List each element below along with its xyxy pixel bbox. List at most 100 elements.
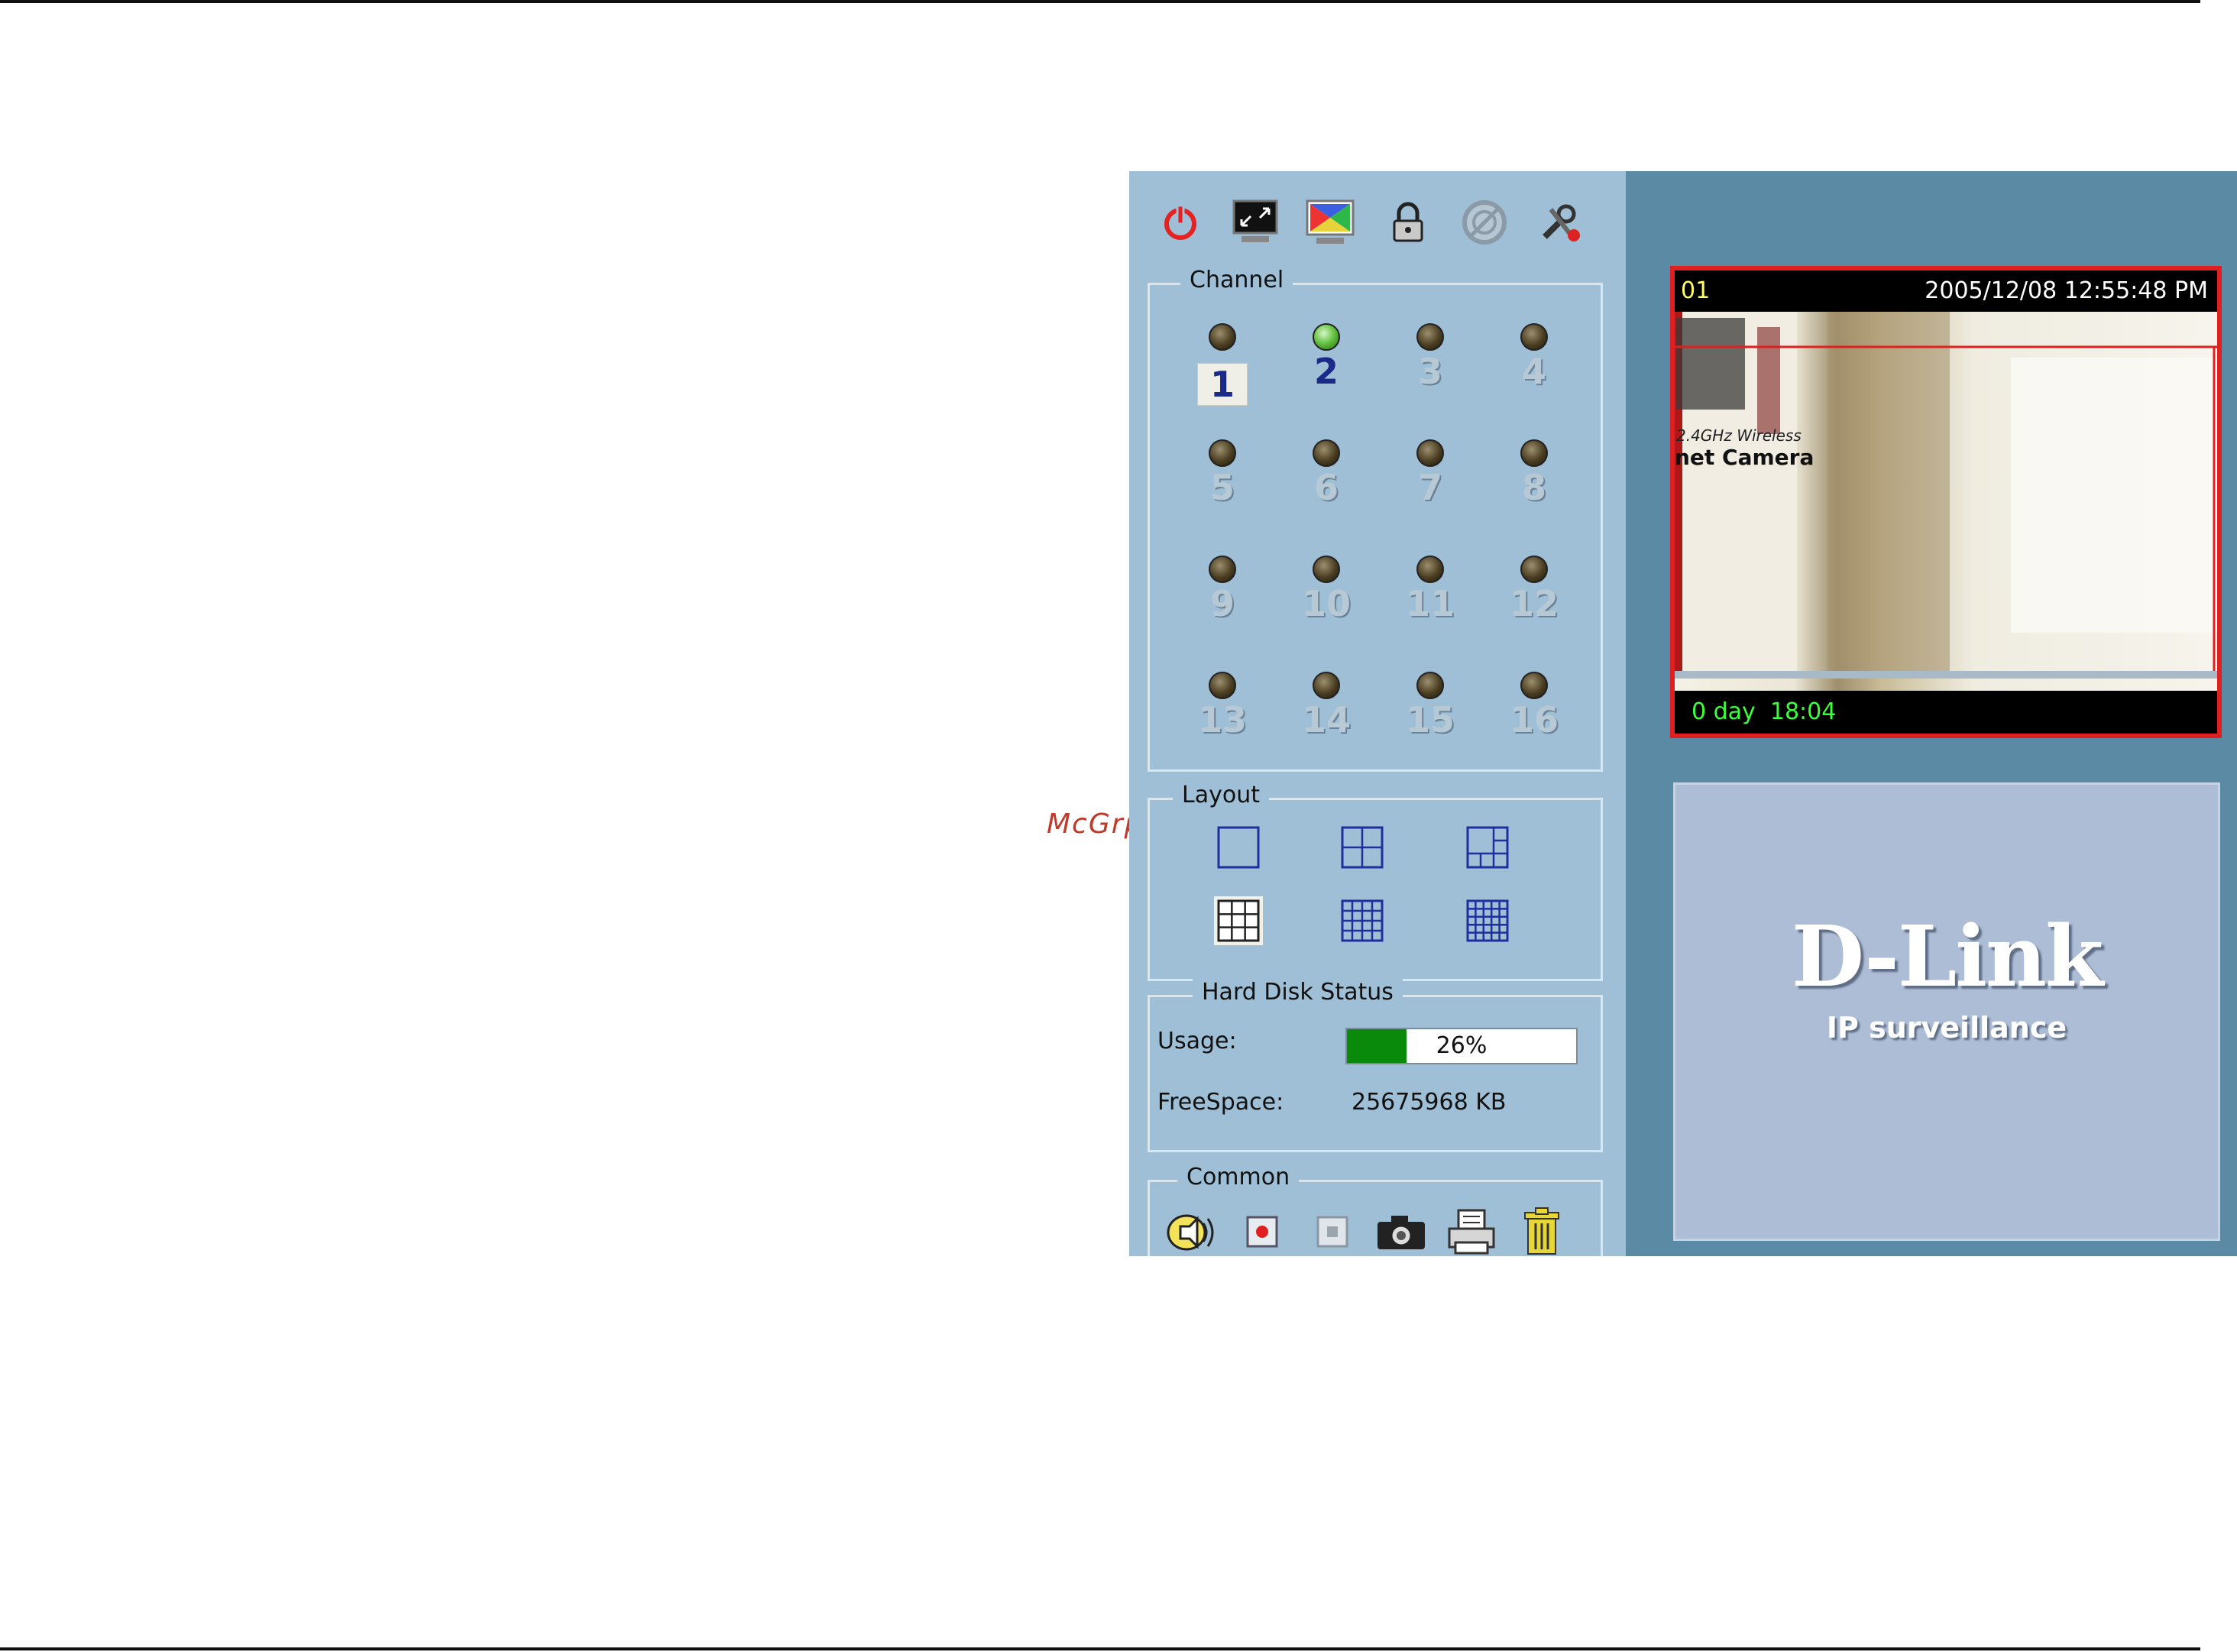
channel-14-button[interactable]: 14 [1292, 672, 1361, 779]
channel-16-button[interactable]: 16 [1500, 672, 1568, 779]
no-record-icon [1462, 200, 1507, 245]
record-icon [1246, 1216, 1278, 1248]
channel-number: 4 [1521, 351, 1546, 392]
channel-status-led [1520, 439, 1548, 467]
dlink-logo-tile[interactable]: D-Link IP surveillance [1673, 782, 2220, 1241]
channel-status-led [1416, 439, 1444, 467]
channel-2-button[interactable]: 2 [1292, 323, 1361, 430]
channel-status-led [1416, 323, 1444, 351]
delete-button[interactable] [1515, 1205, 1568, 1256]
layout-option-4[interactable] [1214, 896, 1263, 945]
camera-header: 01 2005/12/08 12:55:48 PM [1675, 270, 2217, 312]
channel-1-button[interactable]: 1 [1188, 323, 1257, 430]
channel-status-led [1520, 672, 1548, 699]
layout-option-5[interactable] [1338, 896, 1387, 945]
layout-group: Layout [1148, 782, 1603, 981]
poster-text-line1: 2.4GHz Wireless [1676, 426, 1802, 445]
fullscreen-button[interactable] [1227, 194, 1284, 251]
layout-2x2-icon [1341, 826, 1384, 869]
usage-label: Usage: [1157, 1028, 1237, 1054]
channel-number: 8 [1521, 467, 1546, 508]
poster-text-line2: net Camera [1675, 445, 1815, 470]
channel-status-led [1313, 439, 1340, 467]
bottom-rule [0, 1647, 2200, 1650]
speaker-icon [1167, 1214, 1214, 1251]
print-button[interactable] [1445, 1205, 1498, 1256]
usage-percent-text: 26% [1436, 1032, 1488, 1059]
channel-number: 16 [1509, 699, 1559, 740]
channel-4-button[interactable]: 4 [1500, 323, 1568, 430]
video-view-area: 01 2005/12/08 12:55:48 PM 2.4GHz Wireles… [1626, 171, 2237, 1256]
dlink-tagline: IP surveillance [1826, 1011, 2067, 1045]
channel-number: 14 [1301, 699, 1351, 740]
power-icon [1164, 204, 1196, 240]
channel-7-button[interactable]: 7 [1396, 439, 1465, 546]
channel-status-led [1313, 323, 1340, 351]
channel-number: 15 [1405, 699, 1455, 740]
record-button[interactable] [1235, 1205, 1289, 1256]
camera-snapshot-icon [1377, 1216, 1425, 1249]
stop-icon [1316, 1216, 1348, 1248]
channel-12-button[interactable]: 12 [1500, 556, 1568, 662]
channel-13-button[interactable]: 13 [1188, 672, 1257, 779]
hard-disk-group: Hard Disk Status Usage: 26% FreeSpace: 2… [1148, 979, 1603, 1152]
configuration-button[interactable] [1533, 194, 1589, 251]
layout-3x3-icon [1217, 899, 1260, 942]
camera-video-frame: 2.4GHz Wireless net Camera [1675, 312, 2217, 691]
channel-8-button[interactable]: 8 [1500, 439, 1568, 546]
layout-1x1-icon [1217, 826, 1260, 869]
usage-progress-bar: 26% [1345, 1028, 1578, 1064]
channel-group-title: Channel [1180, 267, 1293, 293]
top-rule [0, 0, 2200, 3]
audio-button[interactable] [1165, 1205, 1219, 1256]
camera-id: 01 [1681, 277, 1711, 304]
layout-4x4-icon [1341, 899, 1384, 942]
channel-10-button[interactable]: 10 [1292, 556, 1361, 662]
channel-number: 12 [1509, 583, 1559, 624]
common-group: Common [1148, 1164, 1603, 1256]
channel-9-button[interactable]: 9 [1188, 556, 1257, 662]
camera-timestamp: 2005/12/08 12:55:48 PM [1925, 277, 2208, 304]
freespace-label: FreeSpace: [1157, 1089, 1284, 1116]
channel-number: 1 [1196, 363, 1248, 406]
snapshot-button[interactable] [1374, 1205, 1428, 1256]
camera-footer: 0 day 18:04 [1675, 691, 2217, 734]
channel-status-led [1209, 672, 1236, 699]
channel-5-button[interactable]: 5 [1188, 439, 1257, 546]
layout-option-2[interactable] [1338, 823, 1387, 872]
channel-11-button[interactable]: 11 [1396, 556, 1465, 662]
display-settings-button[interactable] [1302, 194, 1358, 251]
layout-group-title: Layout [1173, 782, 1269, 808]
channel-status-led [1313, 556, 1340, 583]
channel-status-led [1209, 439, 1236, 467]
monitor-icon [1232, 199, 1278, 242]
layout-option-1[interactable] [1214, 823, 1263, 872]
channel-number: 5 [1209, 467, 1235, 508]
video-scene [1675, 312, 2217, 679]
channel-status-led [1416, 556, 1444, 583]
toolbar [1152, 194, 1595, 255]
channel-status-led [1416, 672, 1444, 699]
channel-status-led [1520, 556, 1548, 583]
layout-option-6[interactable] [1463, 896, 1512, 945]
channel-number: 13 [1197, 699, 1247, 740]
printer-icon [1448, 1209, 1495, 1255]
camera-tile-01[interactable]: 01 2005/12/08 12:55:48 PM 2.4GHz Wireles… [1670, 266, 2222, 738]
channel-number: 3 [1417, 351, 1442, 392]
power-button[interactable] [1152, 194, 1209, 251]
surveillance-app-window: Channel 1 2 3 4 5 6 7 8 9 10 11 12 13 14 15 16 Layout H… [1129, 171, 2237, 1256]
disable-button[interactable] [1456, 194, 1513, 251]
channel-status-led [1313, 672, 1340, 699]
layout-1plus5-icon [1466, 826, 1509, 869]
channel-15-button[interactable]: 15 [1396, 672, 1465, 779]
hard-disk-group-title: Hard Disk Status [1193, 979, 1403, 1006]
channel-3-button[interactable]: 3 [1396, 323, 1465, 430]
channel-6-button[interactable]: 6 [1292, 439, 1361, 546]
control-panel: Channel 1 2 3 4 5 6 7 8 9 10 11 12 13 14 15 16 Layout H… [1129, 171, 1626, 1256]
lock-button[interactable] [1380, 194, 1436, 251]
freespace-value: 25675968 KB [1352, 1089, 1507, 1116]
stop-button[interactable] [1306, 1205, 1359, 1256]
color-screen-icon [1306, 199, 1355, 244]
trash-icon [1524, 1207, 1559, 1255]
layout-option-3[interactable] [1463, 823, 1512, 872]
